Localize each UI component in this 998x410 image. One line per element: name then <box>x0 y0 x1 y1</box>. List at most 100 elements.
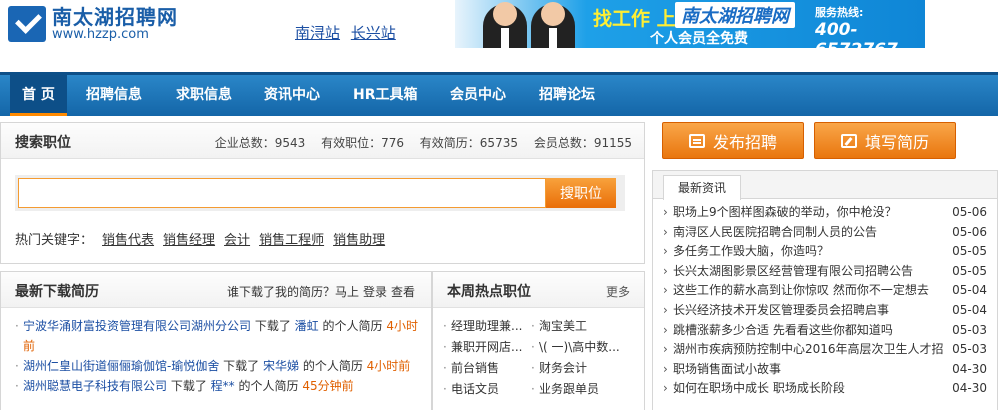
more-link[interactable]: 更多 <box>606 283 630 300</box>
stat-resumes: 有效简历：65735 <box>419 136 518 150</box>
news-link[interactable]: 这些工作的薪水高到让你惊叹 然而你不一定想去 <box>673 281 929 301</box>
nav-home[interactable]: 首 页 <box>10 75 67 116</box>
news-date: 05-06 <box>952 205 987 219</box>
hot-job-link[interactable]: 电话文员 <box>443 379 525 400</box>
news-date: 05-03 <box>952 322 987 337</box>
publish-job-button[interactable]: 发布招聘 <box>662 122 804 159</box>
latest-news-panel: 最新资讯 职场上9个图样图森破的举动，你中枪没？ 05-06 南浔区人民医院招聘合… <box>652 170 998 410</box>
search-job-button[interactable]: 搜职位 <box>546 178 616 208</box>
banner-slogan: 找工作 上 <box>593 8 676 30</box>
news-link[interactable]: 南浔区人民医院招聘合同制人员的公告 <box>673 223 877 243</box>
login-link[interactable]: 登录 <box>363 285 387 299</box>
weekly-hot-jobs: 本周热点职位 更多 经理助理兼... 淘宝美工 兼职开网店... \( 一)\高… <box>432 271 645 410</box>
site-logo[interactable]: 南太湖招聘网 www.hzzp.com <box>8 4 178 44</box>
hot-job-link[interactable]: 前台销售 <box>443 358 525 379</box>
hot-job-grid: 经理助理兼... 淘宝美工 兼职开网店... \( 一)\高中数... 前台销售… <box>433 308 644 400</box>
news-link[interactable]: 湖州市疾病预防控制中心2016年高层次卫生人才招 <box>673 340 944 360</box>
hot-keyword[interactable]: 销售经理 <box>163 233 215 248</box>
panel-title: 本周热点职位 <box>447 284 531 300</box>
list-item: 如何在职场中成长 职场成长阶段 04-30 <box>663 379 987 399</box>
resume-question: 谁下载了我的简历？马上 <box>226 285 359 299</box>
user-link[interactable]: 宋华娣 <box>263 359 299 373</box>
site-header: 南太湖招聘网 www.hzzp.com 南浔站 长兴站 找工作 上 南太湖招聘网… <box>0 0 998 70</box>
list-item: 长兴经济技术开发区管理委员会招聘启事 05-04 <box>663 301 987 321</box>
company-link[interactable]: 湖州仁皇山街道俪俪瑜伽馆-瑜悦伽舍 <box>23 359 219 373</box>
list-item: 多任务工作毁大脑，你造吗？ 05-05 <box>663 242 987 262</box>
job-search-panel: 搜索职位 企业总数：9543 有效职位：776 有效简历：65735 会员总数：… <box>0 122 645 264</box>
search-input[interactable] <box>18 178 546 208</box>
list-item: 职场上9个图样图森破的举动，你中枪没？ 05-06 <box>663 203 987 223</box>
news-link[interactable]: 多任务工作毁大脑，你造吗？ <box>673 242 829 262</box>
list-item: 职场销售面试小故事 04-30 <box>663 360 987 380</box>
nav-news[interactable]: 资讯中心 <box>264 75 320 116</box>
banner-brand: 南太湖招聘网 <box>675 2 795 28</box>
edit-icon <box>840 133 857 148</box>
news-link[interactable]: 跳槽涨薪多少合适 先看看这些你都知道吗 <box>673 321 893 341</box>
checkmark-logo-icon <box>8 6 46 42</box>
news-link[interactable]: 长兴经济技术开发区管理委员会招聘启事 <box>673 301 889 321</box>
company-link[interactable]: 湖州聪慧电子科技有限公司 <box>23 379 167 393</box>
hot-keyword[interactable]: 会计 <box>224 233 250 248</box>
banner-hotline-label: 服务热线: <box>815 6 864 19</box>
news-date: 05-03 <box>952 342 987 357</box>
list-item: 跳槽涨薪多少合适 先看看这些你都知道吗 05-03 <box>663 321 987 341</box>
banner-people-image <box>473 0 583 48</box>
list-item: 宁波华涌财富投资管理有限公司湖州分公司 下载了 潘虹 的个人简历 4小时前 <box>15 316 425 356</box>
user-link[interactable]: 程** <box>211 379 235 393</box>
nav-resumes[interactable]: 求职信息 <box>176 75 232 116</box>
list-item: 南浔区人民医院招聘合同制人员的公告 05-06 <box>663 223 987 243</box>
hot-job-link[interactable]: 财务会计 <box>531 358 631 379</box>
list-item: 湖州仁皇山街道俪俪瑜伽馆-瑜悦伽舍 下载了 宋华娣 的个人简历 4小时前 <box>15 356 425 376</box>
time-ago: 4小时前 <box>366 359 411 373</box>
site-link-nanxun[interactable]: 南浔站 <box>295 24 340 42</box>
list-item: 这些工作的薪水高到让你惊叹 然而你不一定想去 05-04 <box>663 281 987 301</box>
hot-job-link[interactable]: 淘宝美工 <box>531 316 631 337</box>
news-list: 职场上9个图样图森破的举动，你中枪没？ 05-06 南浔区人民医院招聘合同制人员的… <box>653 199 997 399</box>
nav-forum[interactable]: 招聘论坛 <box>539 75 595 116</box>
fill-resume-button[interactable]: 填写简历 <box>814 122 956 159</box>
news-date: 05-06 <box>952 224 987 239</box>
hot-keyword[interactable]: 销售代表 <box>102 233 154 248</box>
news-date: 05-05 <box>952 263 987 278</box>
resume-list: 宁波华涌财富投资管理有限公司湖州分公司 下载了 潘虹 的个人简历 4小时前 湖州… <box>1 308 431 396</box>
hot-job-link[interactable]: 兼职开网店... <box>443 337 525 358</box>
hot-job-link[interactable]: \( 一)\高中数... <box>531 337 631 358</box>
panel-title: 最新下载简历 <box>15 284 99 300</box>
site-stats: 企业总数：9543 有效职位：776 有效简历：65735 会员总数：91155 <box>215 134 644 151</box>
branch-site-links: 南浔站 长兴站 <box>295 22 402 43</box>
hot-keywords-label: 热门关键字： <box>15 233 94 248</box>
logo-title: 南太湖招聘网 <box>52 5 178 29</box>
main-nav: 首 页 招聘信息 求职信息 资讯中心 HR工具箱 会员中心 招聘论坛 <box>0 72 998 116</box>
nav-jobs[interactable]: 招聘信息 <box>86 75 142 116</box>
tab-latest-news[interactable]: 最新资讯 <box>663 175 742 200</box>
list-item: 湖州市疾病预防控制中心2016年高层次卫生人才招 05-03 <box>663 340 987 360</box>
hot-job-link[interactable]: 业务跟单员 <box>531 379 631 400</box>
hot-keyword[interactable]: 销售助理 <box>333 233 385 248</box>
banner-phone: 400-6572767 <box>815 20 898 48</box>
panel-title: 搜索职位 <box>15 135 71 151</box>
stat-companies: 企业总数：9543 <box>214 136 306 150</box>
company-link[interactable]: 宁波华涌财富投资管理有限公司湖州分公司 <box>23 319 251 333</box>
header-banner-ad[interactable]: 找工作 上 南太湖招聘网 个人会员全免费 服务热线: 400-6572767 <box>455 0 925 48</box>
news-date: 05-04 <box>952 302 987 317</box>
list-item: 长兴太湖图影景区经营管理有限公司招聘公告 05-05 <box>663 262 987 282</box>
news-date: 05-04 <box>952 283 987 298</box>
nav-member-center[interactable]: 会员中心 <box>450 75 506 116</box>
site-link-changxing[interactable]: 长兴站 <box>351 24 396 42</box>
latest-downloaded-resumes: 最新下载简历 谁下载了我的简历？马上登录查看 宁波华涌财富投资管理有限公司湖州分… <box>0 271 432 410</box>
user-link[interactable]: 潘虹 <box>295 319 319 333</box>
view-link[interactable]: 查看 <box>391 285 415 299</box>
news-link[interactable]: 职场上9个图样图森破的举动，你中枪没？ <box>673 203 897 223</box>
news-link[interactable]: 职场销售面试小故事 <box>673 360 781 380</box>
logo-url: www.hzzp.com <box>52 27 149 42</box>
news-date: 04-30 <box>952 361 987 376</box>
stat-members: 会员总数：91155 <box>533 136 632 150</box>
list-item: 湖州聪慧电子科技有限公司 下载了 程** 的个人简历 45分钟前 <box>15 376 425 396</box>
hot-keyword[interactable]: 销售工程师 <box>259 233 324 248</box>
hot-job-link[interactable]: 经理助理兼... <box>443 316 525 337</box>
news-link[interactable]: 长兴太湖图影景区经营管理有限公司招聘公告 <box>673 262 913 282</box>
news-date: 05-05 <box>952 244 987 259</box>
time-ago: 45分钟前 <box>302 379 354 393</box>
news-link[interactable]: 如何在职场中成长 职场成长阶段 <box>673 379 845 399</box>
nav-hr-toolbox[interactable]: HR工具箱 <box>353 75 418 116</box>
